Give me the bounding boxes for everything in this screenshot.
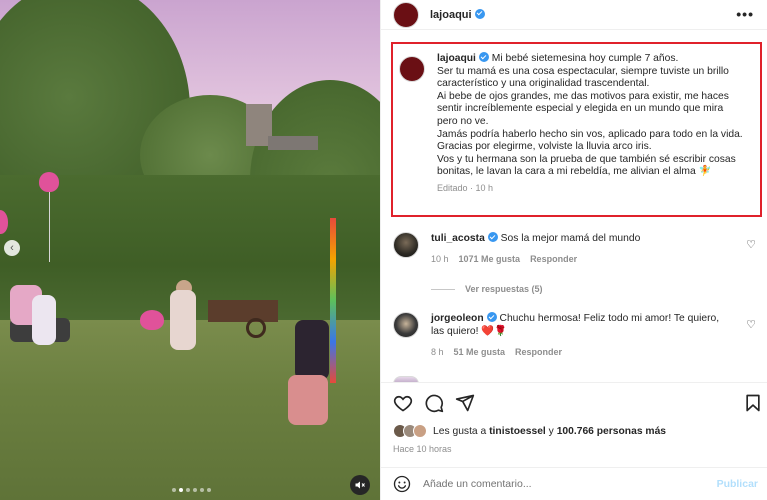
carousel-dot [172, 488, 176, 492]
verified-badge-icon [487, 232, 498, 242]
caption-line: Mi bebé sietemesina hoy cumple 7 años. [491, 53, 679, 64]
post-header: lajoaqui ••• [381, 0, 767, 30]
chevron-left-icon: ‹ [10, 242, 14, 254]
speaker-muted-icon [355, 481, 365, 489]
likes-prefix: Les gusta a [433, 425, 487, 437]
liker-username[interactable]: tinistoessel [489, 426, 546, 437]
child [295, 320, 329, 380]
carousel-dot [200, 488, 204, 492]
likes-connector: y [548, 425, 554, 437]
mute-button[interactable] [350, 475, 370, 495]
more-options-icon[interactable]: ••• [736, 6, 754, 22]
verified-badge-icon [486, 312, 497, 322]
carousel-dots [172, 488, 211, 492]
reply-button[interactable]: Responder [530, 253, 577, 266]
divider [431, 288, 455, 290]
verified-badge-icon [478, 52, 489, 62]
rainbow-pole [330, 218, 336, 383]
view-replies-button[interactable]: Ver respuestas (5) [431, 284, 543, 294]
comment-username[interactable]: jorgeoleon [431, 313, 484, 324]
child [288, 375, 328, 425]
caption-line: Ai bebe de ojos grandes, me das motivos … [437, 90, 729, 102]
avatar [413, 424, 427, 438]
caption-line: bonitas, le lavan la cara a mi rebeldía,… [437, 166, 712, 178]
comment-text: Sos la mejor mamá del mundo [500, 233, 641, 244]
post-media[interactable]: ‹ [0, 0, 380, 500]
carousel-dot [179, 488, 183, 492]
bookmark-icon[interactable] [743, 393, 763, 413]
caption-edited-time: Editado · 10 h [437, 182, 494, 193]
caption-line: Vos y tu hermana son la prueba de que ta… [437, 153, 736, 165]
caption-highlight: lajoaqui Mi bebé sietemesina hoy cumple … [391, 42, 762, 217]
likes-count[interactable]: 100.766 personas más [557, 426, 666, 437]
child [170, 290, 196, 350]
post-time: Hace 10 horas [393, 444, 452, 454]
avatar[interactable] [393, 232, 419, 258]
comment-likes[interactable]: 1071 Me gusta [459, 253, 521, 266]
heart-icon[interactable]: ♡ [746, 318, 756, 331]
publish-button[interactable]: Publicar [717, 478, 758, 490]
avatar[interactable] [393, 312, 419, 338]
cart-wheel [246, 318, 266, 338]
heart-icon[interactable]: ♡ [746, 238, 756, 251]
balloon [140, 310, 164, 330]
comment: jorgeoleon Chuchu hermosa! Feliz todo mi… [393, 312, 758, 359]
caption-line: Gracias por elegirme, volviste la lluvia… [437, 141, 652, 153]
likes-summary: Les gusta a tinistoessel y 100.766 perso… [393, 424, 666, 438]
post-username[interactable]: lajoaqui [430, 8, 485, 21]
action-bar [381, 382, 767, 422]
verified-badge-icon [474, 8, 485, 19]
caption-line: sentir increíblemente especial y elegida… [437, 103, 724, 115]
emoji-icon[interactable] [393, 475, 411, 493]
view-replies-label: Ver respuestas (5) [465, 284, 543, 294]
avatar[interactable] [399, 56, 425, 82]
carousel-dot [193, 488, 197, 492]
comment-time[interactable]: 8 h [431, 346, 444, 359]
carousel-prev-button[interactable]: ‹ [4, 240, 20, 256]
caption-line: Jamás podría haberlo hecho sin vos, apli… [437, 128, 743, 140]
roof [268, 136, 318, 150]
caption-line: característico y una originalidad trasce… [437, 78, 650, 90]
comment-input[interactable] [423, 478, 703, 490]
wooden-cart [208, 300, 278, 322]
comment-likes[interactable]: 51 Me gusta [454, 346, 506, 359]
avatar[interactable] [393, 1, 419, 28]
balloon [39, 172, 59, 192]
comment-time[interactable]: 10 h [431, 253, 449, 266]
carousel-dot [186, 488, 190, 492]
balloon-string [49, 192, 50, 262]
caption-line: Ser tu mamá es una cosa espectacular, si… [437, 65, 729, 77]
post-sidebar: lajoaqui ••• lajoaqui Mi bebé sietemesin… [380, 0, 767, 500]
share-icon[interactable] [455, 393, 475, 413]
comment-username[interactable]: tuli_acosta [431, 233, 485, 244]
caption-line: pero no ve. [437, 115, 489, 127]
child [32, 295, 56, 345]
comment-icon[interactable] [424, 393, 444, 413]
caption-username[interactable]: lajoaqui [437, 53, 476, 64]
comment: tuli_acosta Sos la mejor mamá del mundo … [393, 232, 758, 266]
caption-text: lajoaqui Mi bebé sietemesina hoy cumple … [437, 52, 743, 215]
carousel-dot [207, 488, 211, 492]
add-comment-bar: Publicar [381, 467, 767, 500]
reply-button[interactable]: Responder [515, 346, 562, 359]
like-heart-icon[interactable] [393, 393, 413, 413]
